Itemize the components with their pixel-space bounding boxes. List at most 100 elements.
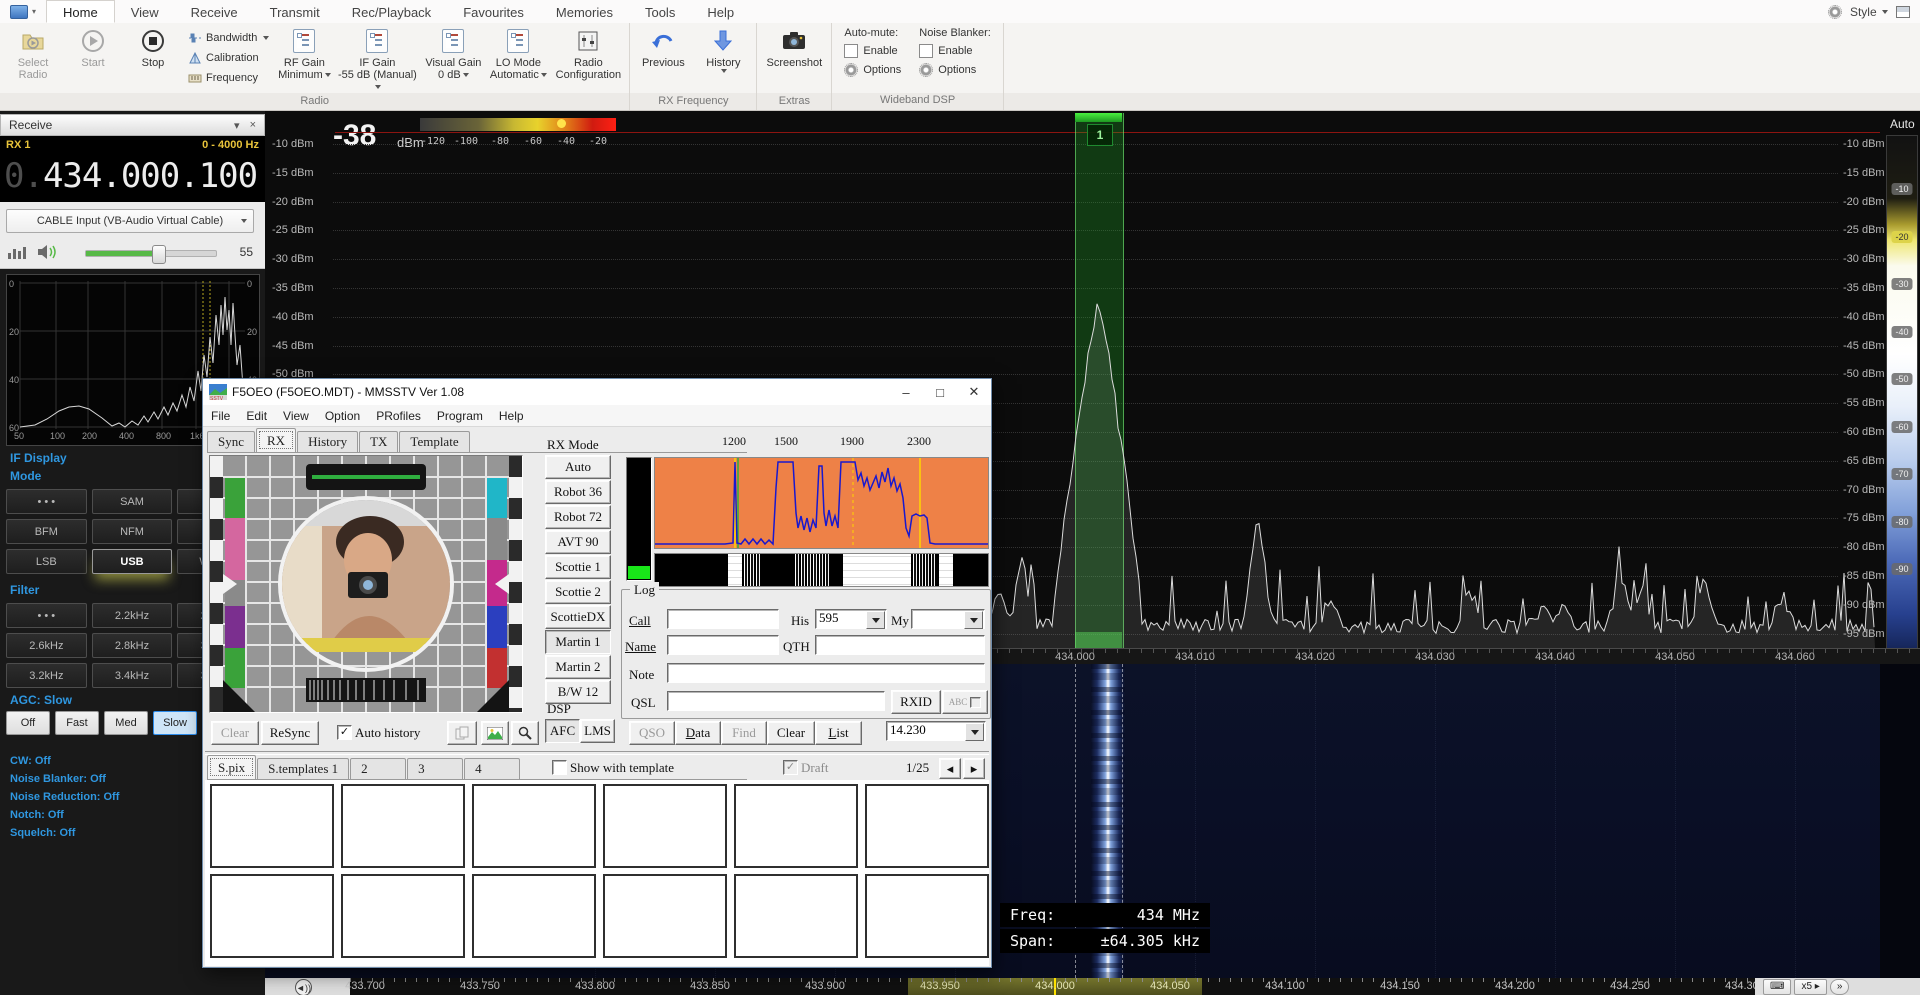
- filter-button-2-2khz[interactable]: 2.2kHz: [92, 603, 173, 628]
- history-button[interactable]: History: [694, 25, 752, 94]
- filter-button-2-6khz[interactable]: 2.6kHz: [6, 633, 87, 658]
- mode-button-lsb[interactable]: LSB: [6, 549, 87, 574]
- menu-edit[interactable]: Edit: [238, 409, 275, 423]
- fast-forward-button[interactable]: »: [1830, 979, 1850, 995]
- overview-frequency-label[interactable]: 433.750: [460, 980, 500, 992]
- auto-mute-enable-checkbox[interactable]: Enable: [844, 44, 901, 58]
- history-thumbnail[interactable]: [865, 784, 989, 868]
- pix-tab-s-templates-1[interactable]: S.templates 1: [257, 758, 349, 779]
- rx-mode-scottie-2[interactable]: Scottie 2: [545, 580, 611, 604]
- frequency-display[interactable]: RX 1 0 - 4000 Hz 0.434.000.100: [0, 136, 265, 202]
- ribbon-tab-home[interactable]: Home: [46, 0, 115, 23]
- call-input[interactable]: [667, 609, 779, 629]
- rx-mode-scottie-1[interactable]: Scottie 1: [545, 555, 611, 579]
- spectrum-scale-label[interactable]: 434.050: [1655, 651, 1695, 663]
- if-display-header[interactable]: IF Display: [10, 451, 67, 465]
- noise-blanker-enable-checkbox[interactable]: Enable: [919, 44, 991, 58]
- menu-help[interactable]: Help: [491, 409, 532, 423]
- volume-slider-handle[interactable]: [152, 245, 166, 264]
- tuned-frequency-value[interactable]: 0.434.000.100: [4, 156, 257, 196]
- auto-history-checkbox[interactable]: ✓: [337, 725, 352, 740]
- ribbon-tab-rec-playback[interactable]: Rec/Playback: [336, 0, 447, 23]
- overview-frequency-label[interactable]: 433.950: [920, 980, 960, 992]
- rx-mode-avt-90[interactable]: AVT 90: [545, 530, 611, 554]
- log-button-data[interactable]: Data: [675, 721, 721, 745]
- pix-tab-2[interactable]: 2: [350, 758, 406, 779]
- start-button[interactable]: Start: [64, 25, 122, 94]
- agc-button-med[interactable]: Med: [104, 711, 148, 735]
- magnifier-button[interactable]: [511, 721, 539, 745]
- overview-frequency-label[interactable]: 434.100: [1265, 980, 1305, 992]
- dsp-lms[interactable]: LMS: [580, 719, 615, 743]
- calibration-button[interactable]: Calibration: [184, 49, 273, 66]
- radio-configuration-button[interactable]: Radio Configuration: [551, 25, 625, 94]
- volume-slider[interactable]: [85, 250, 217, 257]
- rf-gain-button[interactable]: RF Gain Minimum: [275, 25, 333, 94]
- abc-text-button[interactable]: ABC: [942, 690, 988, 714]
- name-input[interactable]: [667, 635, 779, 655]
- filter-button-3-4khz[interactable]: 3.4kHz: [92, 663, 173, 688]
- filter-button-more[interactable]: • • •: [6, 603, 87, 628]
- spectrum-scale-label[interactable]: 434.010: [1175, 651, 1215, 663]
- his-report-combo[interactable]: 595: [815, 609, 887, 629]
- frequency-button[interactable]: Frequency: [184, 69, 273, 86]
- log-button-list[interactable]: List: [815, 721, 862, 745]
- chevron-down-icon[interactable]: [866, 611, 885, 629]
- overview-frequency-label[interactable]: 434.150: [1380, 980, 1420, 992]
- spectrum-scale-label[interactable]: 434.020: [1295, 651, 1335, 663]
- ribbon-tab-memories[interactable]: Memories: [540, 0, 629, 23]
- pix-tab-4[interactable]: 4: [464, 758, 520, 779]
- history-thumbnail[interactable]: [472, 874, 596, 958]
- mmsstv-tab-history[interactable]: History: [297, 431, 358, 452]
- band-overview-bar[interactable]: ◄)) 433.700433.750433.800433.850433.9004…: [265, 978, 1920, 995]
- copy-image-button[interactable]: [447, 721, 477, 745]
- qsl-input[interactable]: [667, 691, 885, 711]
- overview-frequency-label[interactable]: 434.000: [1035, 980, 1075, 992]
- maximize-button[interactable]: □: [923, 379, 957, 405]
- legend-auto-button[interactable]: Auto: [1890, 117, 1915, 131]
- mmsstv-titlebar[interactable]: SSTV F5OEO (F5OEO.MDT) - MMSSTV Ver 1.08…: [203, 379, 991, 405]
- history-thumbnail[interactable]: [341, 784, 465, 868]
- rx-mode-scottiedx[interactable]: ScottieDX: [545, 605, 611, 629]
- previous-button[interactable]: Previous: [634, 25, 692, 94]
- mute-toggle-button[interactable]: ◄)): [295, 979, 312, 995]
- mode-button-[interactable]: • • •: [6, 489, 87, 514]
- overview-frequency-label[interactable]: 434.250: [1610, 980, 1650, 992]
- dsp-afc[interactable]: AFC: [545, 719, 580, 743]
- spectrum-scale-label[interactable]: 434.030: [1415, 651, 1455, 663]
- close-button[interactable]: ✕: [957, 379, 991, 405]
- agc-button-slow[interactable]: Slow: [153, 711, 197, 735]
- rx-mode-martin-2[interactable]: Martin 2: [545, 655, 611, 679]
- ribbon-tab-favourites[interactable]: Favourites: [447, 0, 540, 23]
- mmsstv-tab-rx[interactable]: RX: [256, 428, 296, 452]
- mode-button-bfm[interactable]: BFM: [6, 519, 87, 544]
- overview-frequency-label[interactable]: 434.050: [1150, 980, 1190, 992]
- chevron-down-icon[interactable]: [965, 723, 984, 741]
- quick-access-toolbar[interactable]: ▾: [0, 0, 46, 23]
- clear-image-button[interactable]: Clear: [211, 721, 259, 745]
- menu-file[interactable]: File: [203, 409, 238, 423]
- receive-panel-header[interactable]: Receive ▾ ×: [0, 114, 265, 136]
- history-thumbnail[interactable]: [341, 874, 465, 958]
- previous-page-button[interactable]: ◂: [939, 758, 961, 779]
- agc-button-off[interactable]: Off: [6, 711, 50, 735]
- pix-tab-3[interactable]: 3: [407, 758, 463, 779]
- screenshot-button[interactable]: Screenshot: [761, 25, 827, 94]
- overview-frequency-label[interactable]: 433.800: [575, 980, 615, 992]
- note-input[interactable]: [667, 663, 985, 683]
- menu-profiles[interactable]: PRofiles: [368, 409, 429, 423]
- log-button-find[interactable]: Find: [721, 721, 767, 745]
- history-thumbnail[interactable]: [210, 874, 334, 958]
- chevron-down-icon[interactable]: [964, 611, 983, 629]
- spectrum-scale-label[interactable]: 434.000: [1055, 651, 1095, 663]
- ribbon-tab-tools[interactable]: Tools: [629, 0, 691, 23]
- history-thumbnail[interactable]: [603, 874, 727, 958]
- audio-input-select[interactable]: CABLE Input (VB-Audio Virtual Cable): [6, 209, 254, 233]
- filter-button-2-8khz[interactable]: 2.8kHz: [92, 633, 173, 658]
- mode-button-usb[interactable]: USB: [92, 549, 173, 574]
- collapse-icon[interactable]: ▾: [234, 119, 240, 132]
- next-page-button[interactable]: ▸: [963, 758, 985, 779]
- lo-mode-button[interactable]: LO Mode Automatic: [487, 25, 549, 94]
- waterfall-color-legend[interactable]: -10-20-30-40-50-60-70-80-90: [1886, 135, 1918, 657]
- overview-frequency-label[interactable]: 434.200: [1495, 980, 1535, 992]
